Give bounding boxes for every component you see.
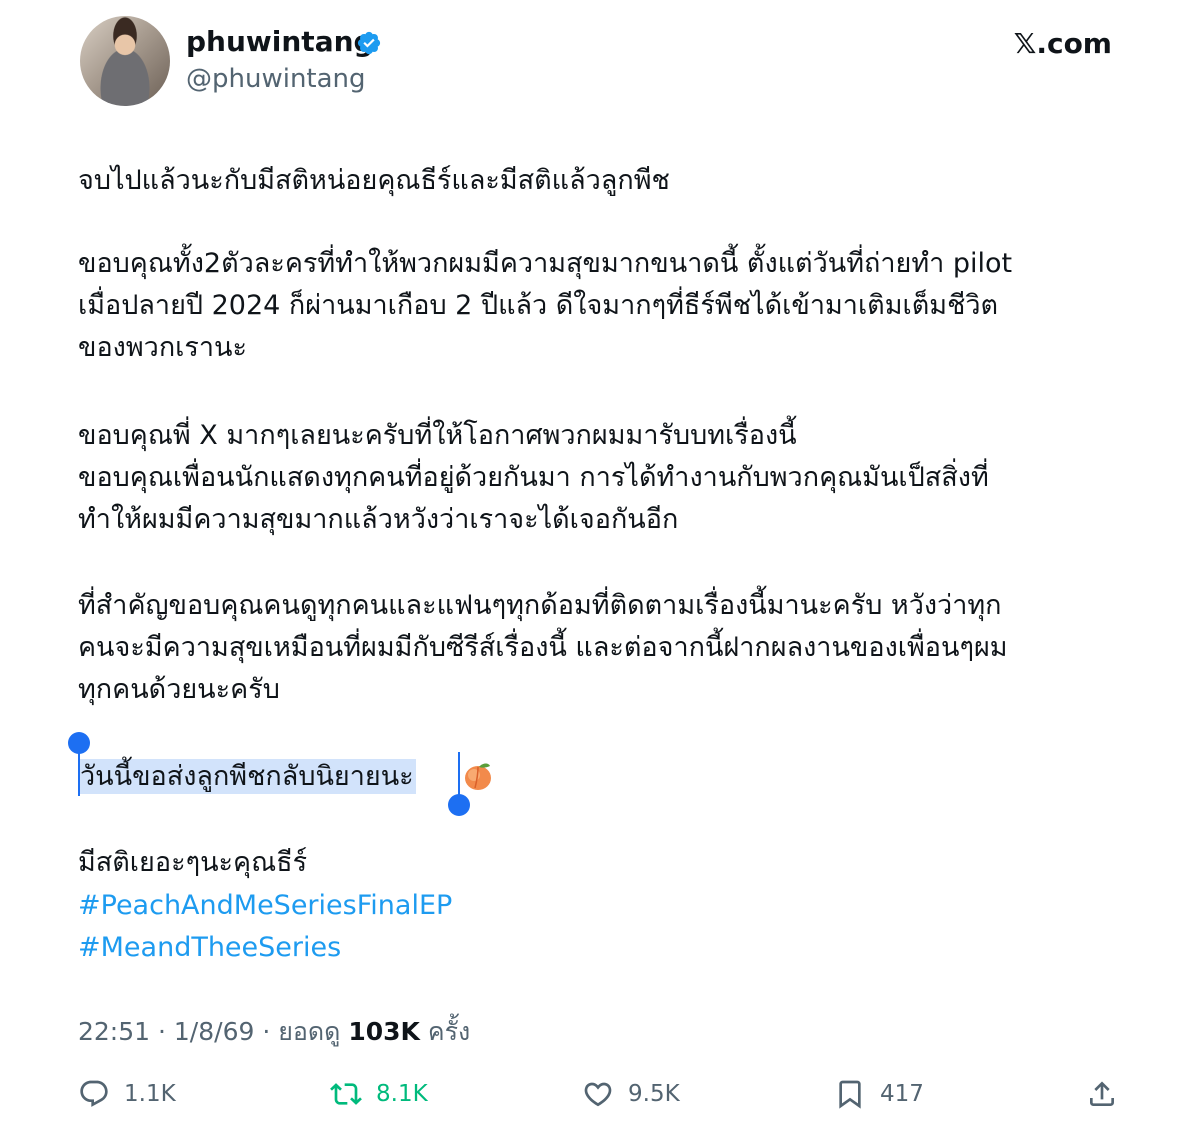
repost-icon xyxy=(330,1083,362,1105)
avatar[interactable] xyxy=(80,16,170,106)
repost-count: 8.1K xyxy=(376,1081,428,1107)
tweet-line: ของพวกเรานะ xyxy=(78,332,248,363)
tweet-paragraph-3: ขอบคุณพี่ X มากๆเลยนะครับที่ให้โอกาศพวกผ… xyxy=(78,415,1138,541)
selection-start-bar[interactable] xyxy=(78,748,80,796)
tweet-line: เมื่อปลายปี 2024 ก็ผ่านมาเกือบ 2 ปีแล้ว … xyxy=(78,290,999,321)
meta-separator: · xyxy=(158,1017,166,1046)
tweet-line: ขอบคุณทั้ง2ตัวละครที่ทำให้พวกผมมีความสุข… xyxy=(78,248,1013,279)
peach-emoji-icon xyxy=(465,763,491,790)
views-suffix: ครั้ง xyxy=(427,1017,471,1046)
author-name[interactable]: phuwintang xyxy=(186,24,374,60)
tweet-line: คนจะมีความสุขเหมือนที่ผมมีกับซีรีส์เรื่อ… xyxy=(78,632,1008,663)
reply-icon xyxy=(80,1080,108,1107)
hashtag-link[interactable]: #PeachAndMeSeriesFinalEP xyxy=(78,886,452,926)
repost-button[interactable]: 8.1K xyxy=(330,1076,428,1112)
selection-start-handle[interactable] xyxy=(68,732,90,754)
selection-end-handle[interactable] xyxy=(448,794,470,816)
bookmark-count: 417 xyxy=(880,1081,924,1107)
bookmark-icon xyxy=(839,1080,861,1109)
selection-end-bar[interactable] xyxy=(458,752,460,800)
tweet-paragraph-2: ขอบคุณทั้ง2ตัวละครที่ทำให้พวกผมมีความสุข… xyxy=(78,243,1138,369)
tweet-closing-line: มีสติเยอะๆนะคุณธีร์ xyxy=(78,847,308,878)
like-count: 9.5K xyxy=(628,1081,680,1107)
share-button[interactable] xyxy=(1086,1076,1118,1112)
author-handle[interactable]: @phuwintang xyxy=(186,62,366,96)
bookmark-button[interactable]: 417 xyxy=(834,1076,924,1112)
tweet-line: ทำให้ผมมีความสุขมากแล้วหวังว่าเราจะได้เจ… xyxy=(78,504,679,535)
tweet-paragraph-4: ที่สำคัญขอบคุณคนดูทุกคนและแฟนๆทุกด้อมที่… xyxy=(78,585,1138,711)
tweet-line: ขอบคุณเพื่อนนักแสดงทุกคนที่อยู่ด้วยกันมา… xyxy=(78,462,989,493)
tweet-line: ที่สำคัญขอบคุณคนดูทุกคนและแฟนๆทุกด้อมที่… xyxy=(78,590,1002,621)
tweet-meta: 22:51 · 1/8/69 · ยอดดู 103K ครั้ง xyxy=(78,1014,470,1050)
views-label: ยอดดู xyxy=(278,1017,341,1046)
text-selection[interactable]: วันนี้ขอส่งลูกพีชกลับนิยายนะ xyxy=(78,759,416,794)
site-logo[interactable]: 𝕏.com xyxy=(1014,26,1112,62)
reply-count: 1.1K xyxy=(124,1081,176,1107)
tweet-time[interactable]: 22:51 xyxy=(78,1017,150,1046)
tweet-paragraph-1: จบไปแล้วนะกับมีสติหน่อยคุณธีร์และมีสติแล… xyxy=(78,160,1138,202)
reply-button[interactable]: 1.1K xyxy=(78,1076,176,1112)
tweet-line: ขอบคุณพี่ X มากๆเลยนะครับที่ให้โอกาศพวกผ… xyxy=(78,420,797,451)
hashtag-link[interactable]: #MeandTheeSeries xyxy=(78,928,341,968)
tweet-line: ทุกคนด้วยนะครับ xyxy=(78,674,280,705)
tweet-selected-line[interactable]: วันนี้ขอส่งลูกพีชกลับนิยายนะ xyxy=(78,756,1138,798)
views-count: 103K xyxy=(348,1017,420,1046)
meta-separator: · xyxy=(262,1017,271,1046)
verified-badge-icon xyxy=(357,31,381,55)
like-button[interactable]: 9.5K xyxy=(582,1076,680,1112)
share-icon xyxy=(1090,1081,1114,1106)
tweet-line: จบไปแล้วนะกับมีสติหน่อยคุณธีร์และมีสติแล… xyxy=(78,165,670,196)
like-icon xyxy=(584,1082,612,1107)
tweet-date[interactable]: 1/8/69 xyxy=(174,1017,254,1046)
